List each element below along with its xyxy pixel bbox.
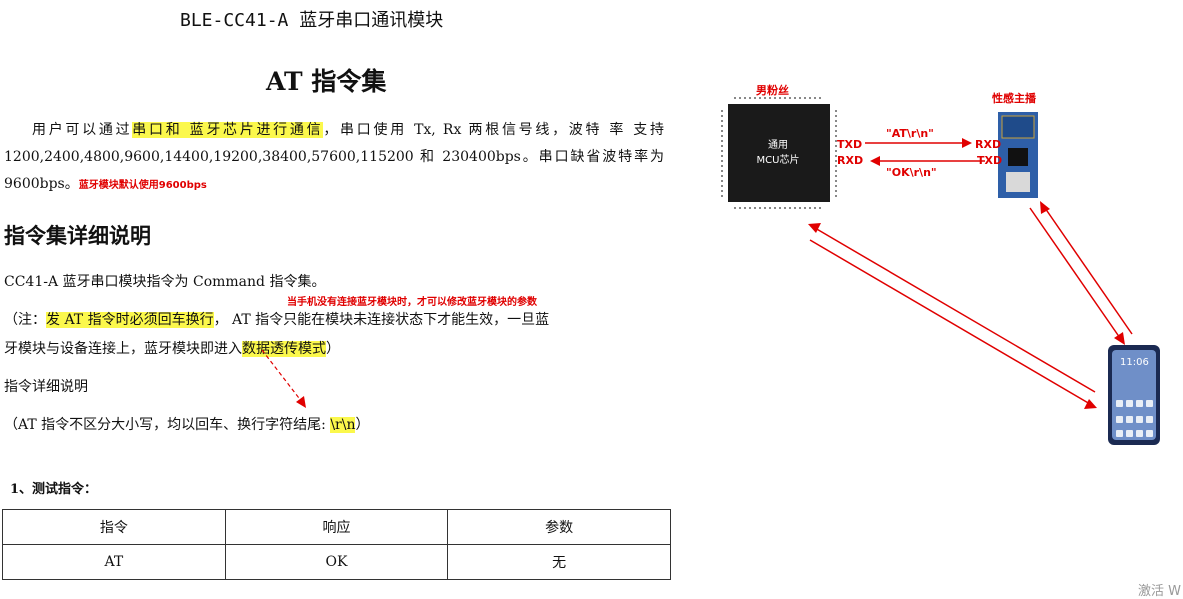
table-header-cell: 响应 bbox=[224, 509, 449, 545]
intro-paragraph: 用户可以通过串口和 蓝牙芯片进行通信，串口使用 Tx, Rx 两根信号线，波特 … bbox=[4, 117, 664, 199]
red-annotation: 当手机没有连接蓝牙模块时，才可以修改蓝牙模块的参数 bbox=[287, 297, 537, 308]
mcu-caption: 男粉丝 bbox=[756, 84, 789, 97]
ble-phone-link-2 bbox=[1044, 207, 1133, 335]
note-line-1: （注：发 AT 指令时必须回车换行， AT 指令只能在模块未连接状态下才能生效，… bbox=[4, 310, 549, 330]
mcu-chip-label-1: 通用 bbox=[768, 140, 788, 151]
mcu-chip-label-2: MCU芯片 bbox=[756, 155, 800, 166]
intro-highlight: 串口和 蓝牙芯片进行通信 bbox=[132, 122, 324, 138]
intro-red-note: 蓝牙模块默认使用9600bps bbox=[78, 180, 207, 191]
intro-pre: 用户可以通过 bbox=[32, 122, 133, 138]
mcu-phone-link-2 bbox=[809, 239, 1091, 405]
mcu-chip-label: 通用 MCU芯片 bbox=[742, 138, 814, 168]
command-table: 指令 响应 参数 AT OK 无 bbox=[2, 509, 671, 580]
send-label: "AT\r\n" bbox=[886, 127, 934, 140]
mcu-phone-arrowhead-2 bbox=[1084, 399, 1097, 409]
mcu-rxd-label: RXD bbox=[837, 154, 864, 167]
ble-rxd-label: RXD bbox=[975, 138, 1002, 151]
table-row: AT OK 无 bbox=[2, 544, 671, 580]
table-header-row: 指令 响应 参数 bbox=[2, 509, 671, 545]
detail-label: 指令详细说明 bbox=[4, 379, 88, 395]
table-header-cell: 参数 bbox=[447, 509, 671, 545]
case-line: （AT 指令不区分大小写，均以回车、换行字符结尾: \r\n） bbox=[4, 415, 369, 435]
case-post: ） bbox=[355, 417, 370, 433]
command-line: CC41-A 蓝牙串口模块指令为 Command 指令集。 bbox=[4, 274, 326, 290]
phone-time: 11:06 bbox=[1120, 357, 1149, 368]
note-line2-pre: 牙模块与设备连接上，蓝牙模块即进入 bbox=[4, 341, 242, 357]
table-header-cell: 指令 bbox=[2, 509, 226, 545]
dashed-arrow bbox=[261, 349, 306, 408]
ble-caption: 性感主播 bbox=[992, 92, 1036, 105]
ble-txd-label: TXD bbox=[977, 154, 1003, 167]
case-highlight: \r\n bbox=[330, 417, 356, 433]
connection-diagram bbox=[721, 97, 1160, 445]
doc-title: BLE-CC41-A 蓝牙串口通讯模块 bbox=[180, 10, 444, 31]
activation-watermark: 激活 W bbox=[1138, 584, 1181, 599]
note-highlight-1: 发 AT 指令时必须回车换行 bbox=[46, 312, 214, 328]
table-cell: AT bbox=[2, 544, 226, 580]
tx-arrowhead bbox=[962, 138, 972, 148]
reply-label: "OK\r\n" bbox=[886, 166, 937, 179]
ble-phone-arrowhead-1 bbox=[1114, 332, 1125, 345]
ble-module-icon bbox=[998, 112, 1038, 198]
test-heading: 1、测试指令： bbox=[10, 482, 98, 497]
ble-phone-link-1 bbox=[1029, 207, 1121, 339]
note-mid: ， AT 指令只能在模块未连接状态下才能生效，一旦蓝 bbox=[213, 312, 550, 328]
table-cell: OK bbox=[224, 544, 449, 580]
rx-arrowhead bbox=[870, 156, 880, 166]
mcu-phone-arrowhead-1 bbox=[808, 223, 821, 233]
mcu-txd-label: TXD bbox=[837, 138, 863, 151]
table-cell: 无 bbox=[447, 544, 671, 580]
section-heading: 指令集详细说明 bbox=[4, 223, 151, 248]
case-pre: （AT 指令不区分大小写，均以回车、换行字符结尾: bbox=[4, 417, 331, 433]
mcu-phone-link-1 bbox=[814, 227, 1096, 393]
doc-subtitle: AT 指令集 bbox=[266, 67, 387, 96]
note-line2-post: ） bbox=[326, 341, 340, 357]
note-pre: （注： bbox=[4, 312, 46, 328]
